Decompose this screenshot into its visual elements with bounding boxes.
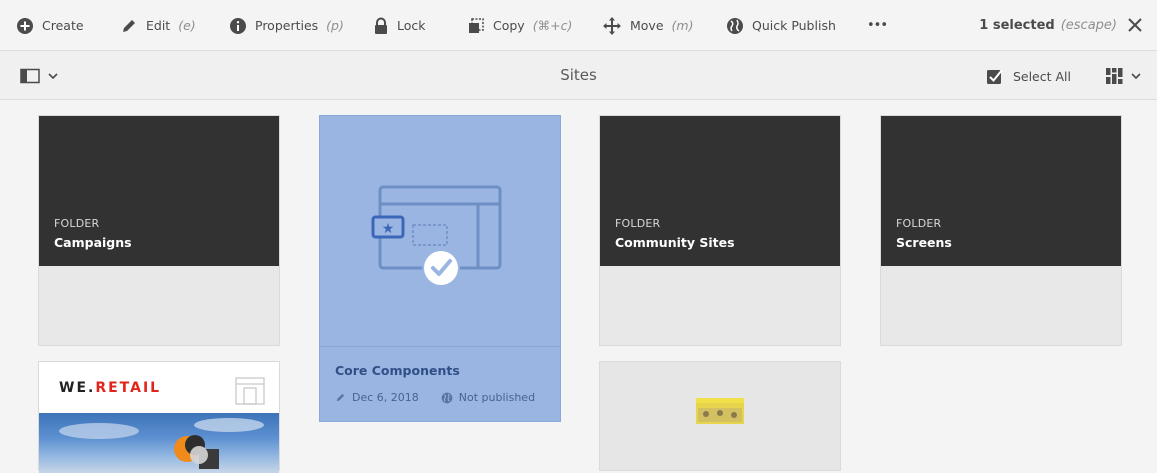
copy-icon <box>469 17 484 33</box>
card-divider <box>320 346 560 347</box>
folder-thumbnail: FOLDER Screens <box>881 116 1121 266</box>
lock-button[interactable]: Lock <box>373 0 426 51</box>
select-all-label: Select All <box>1012 68 1071 84</box>
escape-hint: (escape) <box>1060 18 1117 33</box>
view-switcher-button[interactable] <box>1105 67 1141 85</box>
select-all-button[interactable]: Select All <box>986 67 1071 85</box>
action-bar: Create Edit (e) Properties (p) Lock Copy… <box>0 0 1157 51</box>
selection-info: 1 selected (escape) <box>979 0 1117 51</box>
copy-label: Copy <box>493 18 525 33</box>
globe-icon <box>727 17 743 34</box>
we-retail-logo: WE.RETAIL <box>59 380 161 396</box>
hero-figure-illustration <box>59 418 264 469</box>
svg-text:★: ★ <box>382 221 395 237</box>
checkbox-icon <box>986 69 1003 84</box>
site-structure-icon <box>235 377 265 405</box>
site-thumbnail-image <box>696 398 744 424</box>
lock-icon <box>375 17 387 34</box>
card-meta: Dec 6, 2018 Not published <box>335 391 535 404</box>
close-icon[interactable] <box>1127 17 1143 33</box>
site-template-icon: ★ <box>371 185 502 287</box>
card-type: FOLDER <box>896 217 942 230</box>
card-title: Community Sites <box>615 235 735 250</box>
quick-publish-button[interactable]: Quick Publish <box>726 0 836 51</box>
card-title: Core Components <box>335 363 460 378</box>
plus-circle-icon <box>17 17 33 34</box>
edit-shortcut: (e) <box>178 18 196 33</box>
more-button[interactable]: ••• <box>867 0 888 51</box>
chevron-down-icon <box>1131 73 1141 80</box>
card-campaigns[interactable]: FOLDER Campaigns <box>38 115 280 346</box>
card-title: Campaigns <box>54 235 132 250</box>
create-label: Create <box>42 18 84 33</box>
move-shortcut: (m) <box>671 18 694 33</box>
properties-label: Properties <box>255 18 319 33</box>
move-label: Move <box>630 18 664 33</box>
folder-thumbnail: FOLDER Campaigns <box>39 116 279 266</box>
card-view-icon <box>1106 68 1123 84</box>
modified-date: Dec 6, 2018 <box>352 391 419 404</box>
card-community-sites[interactable]: FOLDER Community Sites <box>599 115 841 346</box>
more-icon: ••• <box>867 18 888 33</box>
card-core-components[interactable]: ★ Core Components Dec 6, 2018 Not publis… <box>319 115 561 422</box>
create-button[interactable]: Create <box>16 0 84 51</box>
copy-button[interactable]: Copy (⌘+c) <box>467 0 572 51</box>
pencil-icon <box>123 19 135 32</box>
card-type: FOLDER <box>54 217 100 230</box>
card-title: Screens <box>896 235 952 250</box>
card-type: FOLDER <box>615 217 661 230</box>
info-icon <box>230 17 246 34</box>
move-icon <box>603 16 621 35</box>
page-title: Sites <box>560 66 597 84</box>
properties-button[interactable]: Properties (p) <box>229 0 344 51</box>
edit-button[interactable]: Edit (e) <box>120 0 196 51</box>
selected-count: 1 selected <box>979 18 1055 33</box>
move-button[interactable]: Move (m) <box>602 0 693 51</box>
lock-label: Lock <box>397 18 426 33</box>
hero-image <box>39 413 279 473</box>
card-site-thumbnail[interactable] <box>599 361 841 471</box>
logo-part-we: WE. <box>59 380 96 396</box>
folder-thumbnail: FOLDER Community Sites <box>600 116 840 266</box>
globe-icon <box>441 392 453 403</box>
properties-shortcut: (p) <box>326 18 344 33</box>
quick-publish-label: Quick Publish <box>752 18 836 33</box>
copy-shortcut: (⌘+c) <box>532 18 573 33</box>
edit-label: Edit <box>146 18 171 33</box>
pencil-icon <box>336 393 345 402</box>
publish-status: Not published <box>458 391 536 404</box>
card-screens[interactable]: FOLDER Screens <box>880 115 1122 346</box>
logo-part-retail: RETAIL <box>95 380 162 396</box>
title-bar: Sites Select All <box>0 51 1157 100</box>
card-we-retail[interactable]: WE.RETAIL <box>38 361 280 473</box>
